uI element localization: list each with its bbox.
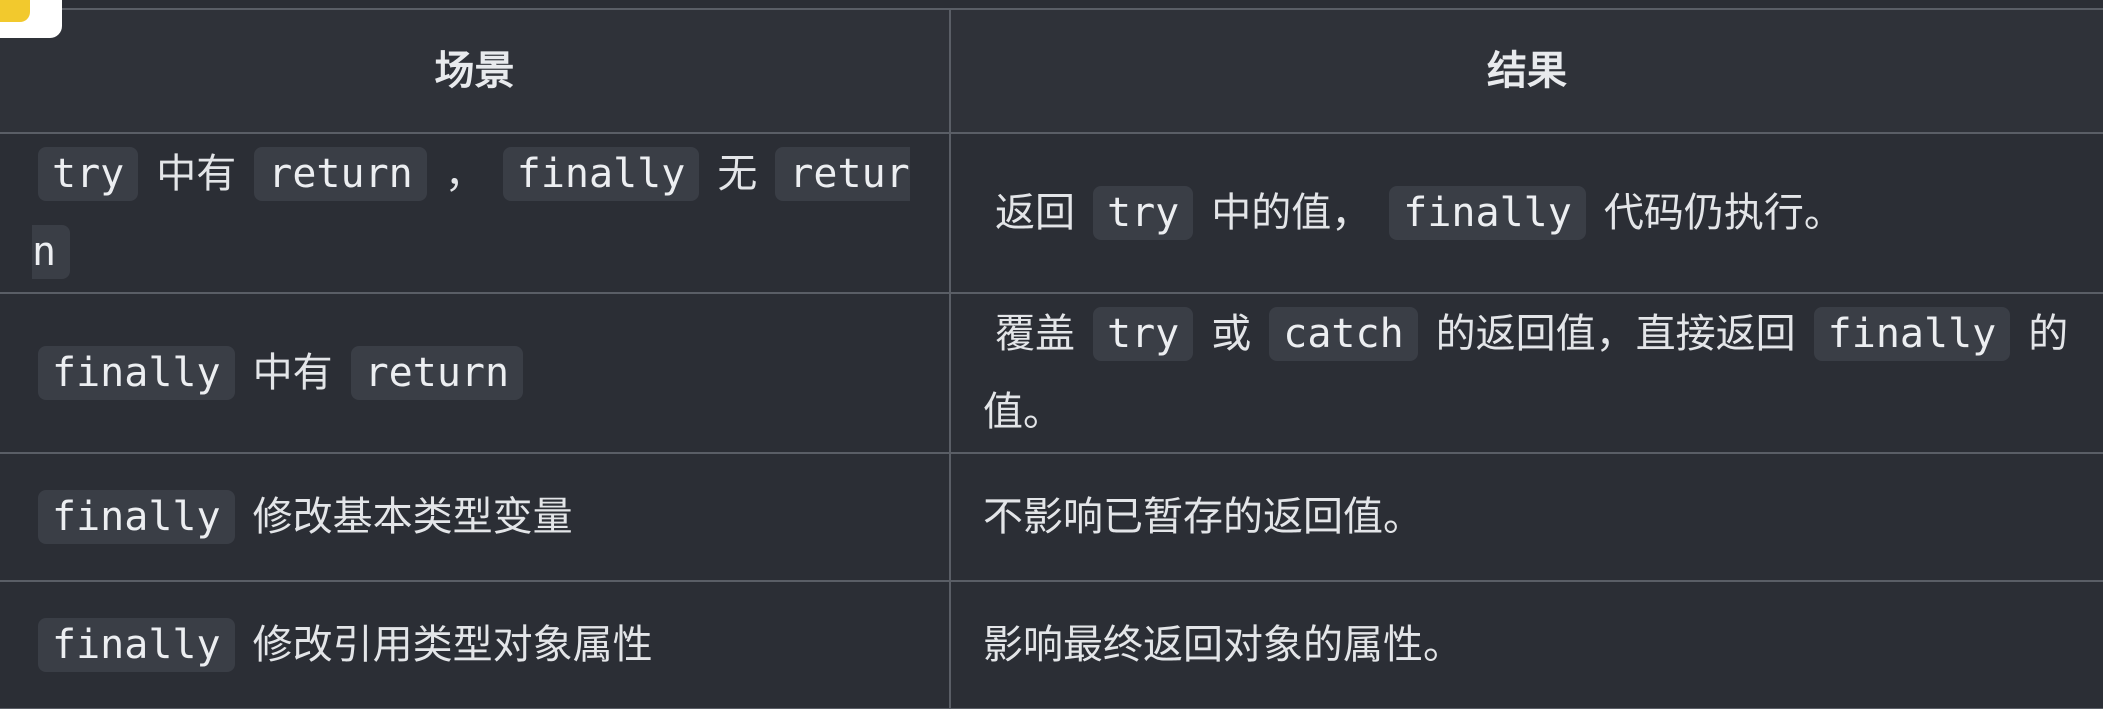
scenario-cell: finally 中有 return [0,292,951,454]
scenario-cell: finally 修改引用类型对象属性 [0,580,951,709]
code-span: try [1093,186,1194,240]
cell-text: 修改基本类型变量 [252,494,573,540]
result-cell: 返回 try 中的值， finally 代码仍执行。 [949,132,2103,294]
code-span: finally [38,346,235,400]
code-span: finally [38,618,235,672]
page: 场景 结果 try 中有 return ， finally 无 return 返回 try 中的… [0,0,2103,709]
cell-text: 的返回值，直接返回 [1435,311,1796,357]
code-span: return [350,346,524,400]
table-row: finally 修改引用类型对象属性 影响最终返回对象的属性。 [0,580,2103,709]
cell-text: 中的值， [1211,190,1372,236]
code-span: try [1093,307,1194,361]
comparison-table: 场景 结果 try 中有 return ， finally 无 return 返回 try 中的… [0,8,2103,709]
cell-text: 或 [1211,311,1252,357]
sticker-icon [0,0,30,22]
cell-text: 中有 [252,350,333,396]
code-span: return [254,147,427,201]
scenario-cell: finally 修改基本类型变量 [0,452,951,582]
cell-text: 不影响已暂存的返回值。 [983,494,1423,540]
scenario-cell: try 中有 return， finally 无 return [0,132,951,294]
header-row: 场景 结果 [0,8,2103,134]
code-span: finally [1389,186,1586,240]
code-span: finally [502,147,700,201]
header-scenario: 场景 [0,8,951,134]
cell-text: 代码仍执行。 [1603,190,1844,236]
header-result: 结果 [949,8,2103,134]
result-cell: 影响最终返回对象的属性。 [949,580,2103,709]
table-row: finally 修改基本类型变量 不影响已暂存的返回值。 [0,452,2103,582]
cell-text: 无 [717,151,758,197]
table-row: finally 中有 return 覆盖 try 或 catch 的返回值，直接返回 fina… [0,292,2103,454]
cell-text: ， [444,151,485,197]
cell-text: 修改引用类型对象属性 [252,622,653,668]
code-span: finally [38,490,235,544]
code-span: catch [1269,307,1418,361]
cell-text: 返回 [995,190,1075,236]
result-cell: 不影响已暂存的返回值。 [949,452,2103,582]
cell-text: 影响最终返回对象的属性。 [983,622,1463,668]
app-badge [0,0,62,38]
code-span: try [38,147,139,201]
code-span: finally [1813,307,2011,361]
result-cell: 覆盖 try 或 catch 的返回值，直接返回 finally 的值。 [949,292,2103,454]
cell-text: 中有 [156,151,237,197]
cell-text: 覆盖 [995,311,1075,357]
table-row: try 中有 return， finally 无 return 返回 try 中的值， fina… [0,132,2103,294]
